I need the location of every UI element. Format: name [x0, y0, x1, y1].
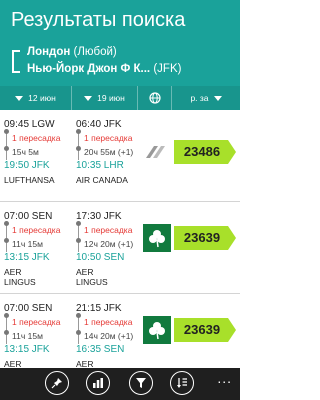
- airline-name: AER LINGUS: [4, 267, 36, 287]
- filter-icon: [136, 378, 146, 388]
- route-icon: [12, 50, 20, 73]
- pin-icon: [51, 378, 62, 389]
- duration: 11ч 15м: [12, 331, 43, 341]
- duration: 14ч 20м (+1): [84, 331, 134, 341]
- chart-button[interactable]: [86, 371, 110, 395]
- departure-time: 09:45 LGW: [4, 119, 55, 130]
- globe-icon: [148, 92, 161, 104]
- result-card[interactable]: 09:45 LGW 1 пересадка 15ч 5м 19:50 JFK L…: [0, 110, 240, 202]
- shamrock-icon: [143, 316, 171, 344]
- price-tag[interactable]: 23639: [174, 226, 236, 250]
- duration: 15ч 5м: [12, 147, 39, 157]
- stops-count: 1 пересадка: [84, 225, 133, 235]
- dropdown-icon: [213, 95, 222, 101]
- airline-name: LUFTHANSA: [4, 175, 55, 185]
- dropdown-icon: [84, 95, 93, 101]
- result-card[interactable]: 07:00 SEN 1 пересадка 11ч 15м 13:15 JFK …: [0, 202, 240, 294]
- arrival-time: 19:50 JFK: [4, 160, 50, 171]
- price-value: 23486: [183, 144, 221, 159]
- return-date-filter[interactable]: 19 июн: [72, 86, 138, 110]
- stops-count: 1 пересадка: [84, 133, 133, 143]
- timeline: [4, 129, 9, 160]
- airline-name: AIR CANADA: [76, 175, 128, 185]
- timeline: [4, 313, 9, 344]
- timeline: [76, 313, 81, 344]
- from-sub: (Любой): [70, 46, 117, 58]
- from-city: Лондон: [27, 46, 71, 58]
- departure-time: 21:15 JFK: [76, 303, 122, 314]
- route-from[interactable]: Лондон (Любой): [27, 46, 117, 58]
- departure-time: 07:00 SEN: [4, 303, 53, 314]
- depart-date-filter[interactable]: 12 июн: [0, 86, 72, 110]
- filter-button[interactable]: [129, 371, 153, 395]
- app-bar: ...: [0, 368, 240, 400]
- price-sort-filter[interactable]: р. за: [172, 86, 240, 110]
- price-value: 23639: [183, 230, 221, 245]
- shamrock-icon: [143, 224, 171, 252]
- airline-logo-icon: [143, 138, 171, 166]
- duration: 20ч 55м (+1): [84, 147, 134, 157]
- stops-count: 1 пересадка: [84, 317, 133, 327]
- timeline: [76, 129, 81, 160]
- price-tag[interactable]: 23639: [174, 318, 236, 342]
- arrival-time: 13:15 JFK: [4, 344, 50, 355]
- price-tag[interactable]: 23486: [174, 140, 236, 164]
- arrival-time: 10:50 SEN: [76, 252, 125, 263]
- arrival-time: 16:35 SEN: [76, 344, 125, 355]
- chart-icon: [93, 378, 103, 388]
- price-value: 23639: [183, 322, 221, 337]
- departure-time: 17:30 JFK: [76, 211, 122, 222]
- dropdown-icon: [15, 95, 24, 101]
- return-date: 19 июн: [97, 93, 125, 103]
- stops-count: 1 пересадка: [12, 225, 61, 235]
- stops-count: 1 пересадка: [12, 133, 61, 143]
- airline-name: AER LINGUS: [76, 359, 94, 368]
- pin-button[interactable]: [45, 371, 69, 395]
- departure-time: 07:00 SEN: [4, 211, 53, 222]
- results-list[interactable]: 09:45 LGW 1 пересадка 15ч 5м 19:50 JFK L…: [0, 110, 240, 368]
- timeline: [4, 221, 9, 252]
- duration: 11ч 15м: [12, 239, 43, 249]
- sort-icon: [177, 378, 187, 388]
- duration: 12ч 20м (+1): [84, 239, 134, 249]
- result-card[interactable]: 07:00 SEN 1 пересадка 11ч 15м 13:15 JFK …: [0, 294, 240, 368]
- timeline: [76, 221, 81, 252]
- airline-name: AER LINGUS: [76, 267, 108, 287]
- header: Результаты поиска Лондон (Любой) Нью-Йор…: [0, 0, 240, 86]
- globe-button[interactable]: [138, 86, 172, 110]
- filter-bar: 12 июн 19 июн р. за: [0, 86, 240, 110]
- page-title: Результаты поиска: [11, 9, 186, 31]
- arrival-time: 10:35 LHR: [76, 160, 124, 171]
- arrival-time: 13:15 JFK: [4, 252, 50, 263]
- departure-time: 06:40 JFK: [76, 119, 122, 130]
- more-menu-button[interactable]: ...: [217, 370, 232, 386]
- stops-count: 1 пересадка: [12, 317, 61, 327]
- to-city: Нью-Йорк Джон Ф К...: [27, 63, 151, 75]
- depart-date: 12 июн: [28, 93, 56, 103]
- price-sort-label: р. за: [190, 93, 209, 103]
- airline-name: AER LINGUS: [4, 359, 22, 368]
- to-sub: (JFK): [150, 63, 182, 75]
- route-to[interactable]: Нью-Йорк Джон Ф К... (JFK): [27, 63, 181, 75]
- sort-button[interactable]: [170, 371, 194, 395]
